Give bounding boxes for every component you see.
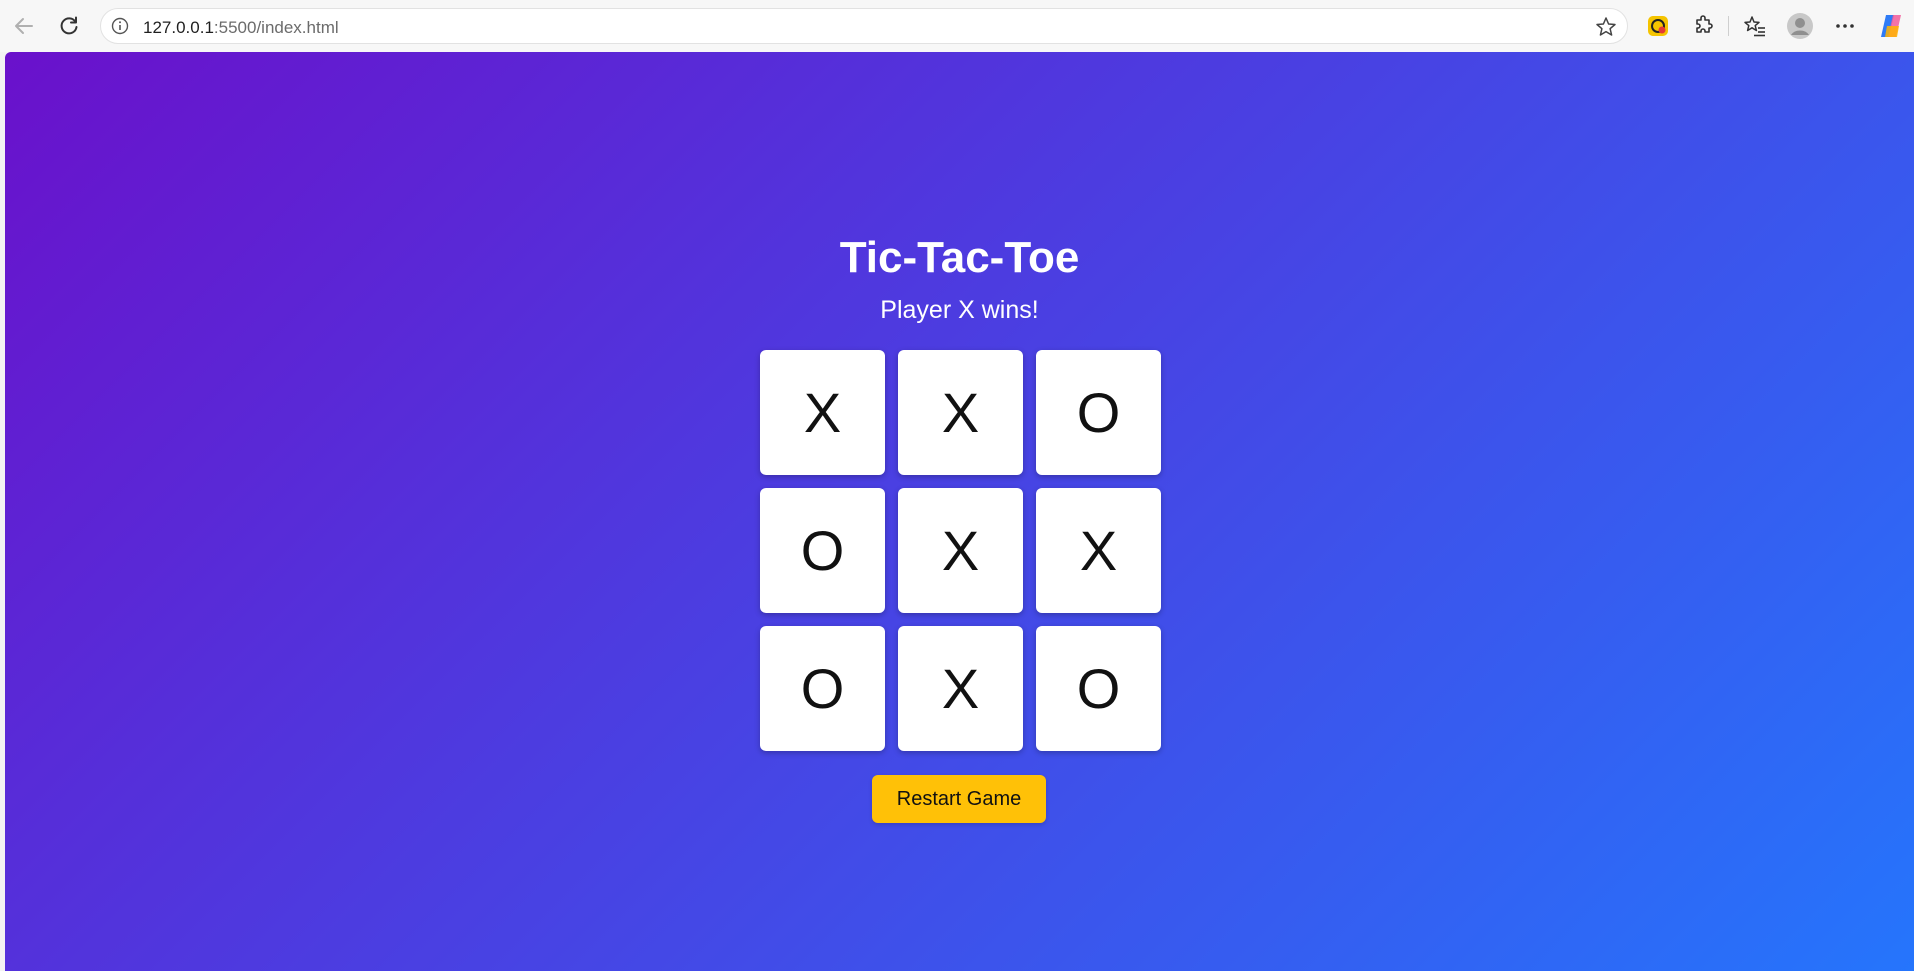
copilot-icon[interactable] (1877, 12, 1905, 40)
star-icon[interactable] (1595, 16, 1617, 38)
extension-badge-icon[interactable] (1644, 12, 1672, 40)
game-status: Player X wins! (880, 296, 1039, 324)
board-cell-7[interactable]: O (760, 626, 885, 751)
board-cell-4[interactable]: O (760, 488, 885, 613)
page-title: Tic-Tac-Toe (839, 233, 1080, 282)
game-board: X X O O X X O X O (760, 350, 1161, 751)
back-arrow-icon (15, 18, 33, 34)
url-path: :5500/index.html (213, 18, 339, 37)
url-text[interactable]: 127.0.0.1:5500/index.html (143, 18, 339, 38)
board-cell-1[interactable]: X (760, 350, 885, 475)
url-host: 127.0.0.1 (143, 18, 214, 37)
toolbar-divider (1728, 16, 1729, 36)
board-cell-8[interactable]: X (898, 626, 1023, 751)
page-viewport: Tic-Tac-Toe Player X wins! X X O O X X O… (5, 52, 1914, 971)
address-bar[interactable]: 127.0.0.1:5500/index.html (100, 8, 1628, 44)
restart-game-button[interactable]: Restart Game (872, 775, 1046, 823)
board-cell-9[interactable]: O (1036, 626, 1161, 751)
puzzle-icon[interactable] (1690, 12, 1718, 40)
reload-button[interactable] (53, 10, 85, 42)
reload-icon (60, 16, 78, 35)
browser-toolbar: 127.0.0.1:5500/index.html (0, 0, 1914, 52)
board-cell-5[interactable]: X (898, 488, 1023, 613)
more-icon[interactable] (1831, 12, 1859, 40)
profile-icon[interactable] (1786, 12, 1814, 40)
board-cell-2[interactable]: X (898, 350, 1023, 475)
board-cell-6[interactable]: X (1036, 488, 1161, 613)
favorites-icon[interactable] (1741, 12, 1769, 40)
board-cell-3[interactable]: O (1036, 350, 1161, 475)
back-button[interactable] (8, 10, 40, 42)
info-icon[interactable] (111, 17, 129, 35)
